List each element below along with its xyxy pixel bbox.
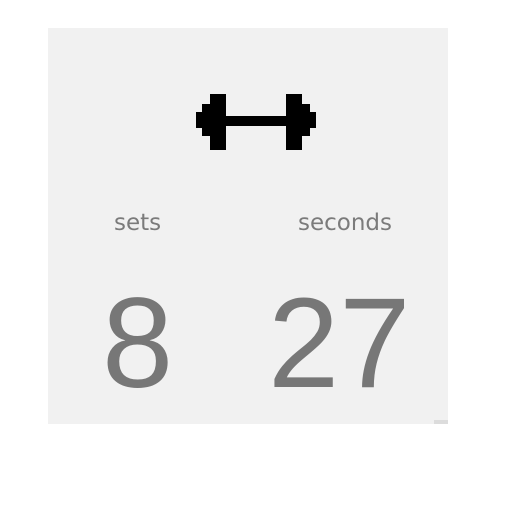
- card-corner-shade: [434, 420, 448, 424]
- dumbbell-icon: [196, 94, 316, 150]
- seconds-count: 27: [268, 272, 411, 415]
- sets-count: 8: [102, 272, 174, 415]
- sets-label: sets: [114, 210, 162, 236]
- workout-card: sets seconds 8 27: [48, 28, 448, 424]
- seconds-label: seconds: [298, 210, 393, 236]
